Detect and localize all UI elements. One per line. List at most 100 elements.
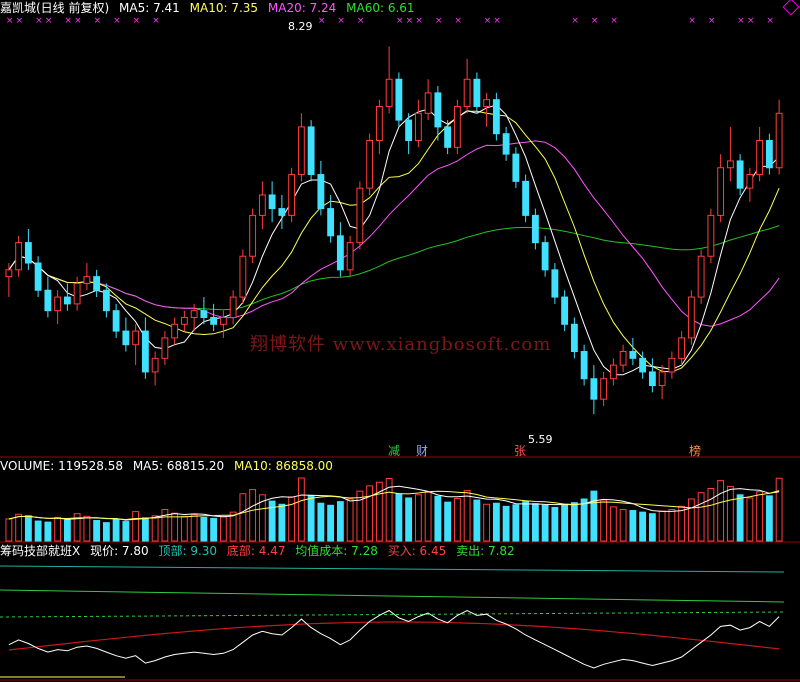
candle[interactable] xyxy=(473,72,481,114)
candle[interactable] xyxy=(551,263,559,304)
volume-bar[interactable] xyxy=(473,499,481,542)
candle[interactable] xyxy=(522,174,530,223)
volume-bar[interactable] xyxy=(678,505,686,542)
volume-bar[interactable] xyxy=(54,516,62,542)
candles-group[interactable] xyxy=(5,46,783,415)
candle[interactable] xyxy=(756,126,764,182)
volume-bar[interactable] xyxy=(590,490,598,542)
volume-bar[interactable] xyxy=(297,477,305,542)
candle[interactable] xyxy=(775,99,783,175)
candle[interactable] xyxy=(122,317,130,352)
candle[interactable] xyxy=(180,310,188,332)
volume-bar[interactable] xyxy=(531,503,539,542)
candle[interactable] xyxy=(395,72,403,127)
volume-bar[interactable] xyxy=(444,501,452,542)
candle[interactable] xyxy=(453,99,461,155)
candle[interactable] xyxy=(297,113,305,182)
candle[interactable] xyxy=(288,167,296,223)
volume-bar[interactable] xyxy=(502,505,510,542)
candle[interactable] xyxy=(161,331,169,366)
volume-bar[interactable] xyxy=(395,493,403,542)
candle[interactable] xyxy=(668,351,676,379)
volume-bar[interactable] xyxy=(541,504,549,542)
volume-bar[interactable] xyxy=(356,490,364,542)
volume-bar[interactable] xyxy=(190,514,198,542)
volume-bar[interactable] xyxy=(512,504,520,542)
volume-bar[interactable] xyxy=(278,503,286,542)
candle[interactable] xyxy=(697,249,705,304)
candle[interactable] xyxy=(483,92,491,127)
volume-bar[interactable] xyxy=(141,517,149,542)
volume-bar[interactable] xyxy=(219,516,227,542)
volume-bar[interactable] xyxy=(63,519,71,542)
volume-bar[interactable] xyxy=(317,502,325,542)
candle[interactable] xyxy=(570,317,578,359)
candle[interactable] xyxy=(268,181,276,223)
candle[interactable] xyxy=(424,79,432,121)
candle[interactable] xyxy=(239,249,247,304)
candle[interactable] xyxy=(609,358,617,386)
candle[interactable] xyxy=(648,358,656,393)
volume-bar[interactable] xyxy=(93,520,101,542)
candle[interactable] xyxy=(132,324,140,366)
volume-bar[interactable] xyxy=(366,485,374,542)
volume-bar[interactable] xyxy=(15,513,23,542)
volume-bar[interactable] xyxy=(122,521,130,542)
volume-bar[interactable] xyxy=(44,521,52,542)
volume-bar[interactable] xyxy=(34,520,42,542)
candle[interactable] xyxy=(726,126,734,182)
candle[interactable] xyxy=(24,229,32,270)
candle[interactable] xyxy=(73,276,81,311)
candle[interactable] xyxy=(707,208,715,264)
volume-bar[interactable] xyxy=(239,493,247,542)
volume-bar[interactable] xyxy=(522,501,530,542)
candle[interactable] xyxy=(366,133,374,195)
volume-bar[interactable] xyxy=(580,498,588,542)
candle[interactable] xyxy=(210,303,218,332)
volume-bar[interactable] xyxy=(161,509,169,542)
candle[interactable] xyxy=(600,371,608,406)
volume-bar[interactable] xyxy=(746,497,754,542)
candle[interactable] xyxy=(93,269,101,298)
volume-bar[interactable] xyxy=(210,517,218,542)
candle[interactable] xyxy=(434,86,442,141)
volume-bar[interactable] xyxy=(336,501,344,542)
volume-bar[interactable] xyxy=(132,511,140,542)
candle[interactable] xyxy=(590,365,598,415)
candle[interactable] xyxy=(687,290,695,345)
volume-bar[interactable] xyxy=(736,494,744,542)
candle[interactable] xyxy=(63,283,71,311)
candle[interactable] xyxy=(561,290,569,332)
volume-bar[interactable] xyxy=(648,513,656,542)
volume-bar[interactable] xyxy=(83,515,91,542)
volume-bar[interactable] xyxy=(726,485,734,542)
volume-bar[interactable] xyxy=(424,491,432,542)
volume-bar[interactable] xyxy=(775,477,783,542)
volume-bar[interactable] xyxy=(327,504,335,542)
candle[interactable] xyxy=(171,317,179,345)
candle[interactable] xyxy=(385,46,393,114)
volume-bar[interactable] xyxy=(180,515,188,542)
candle[interactable] xyxy=(736,154,744,195)
volume-bar[interactable] xyxy=(24,515,32,542)
candle[interactable] xyxy=(219,310,227,338)
candle[interactable] xyxy=(765,133,773,175)
volume-bar[interactable] xyxy=(151,515,159,542)
candle[interactable] xyxy=(531,208,539,250)
volume-bar[interactable] xyxy=(102,522,110,542)
volume-bar[interactable] xyxy=(249,489,257,542)
volume-bar[interactable] xyxy=(453,497,461,542)
volume-bar[interactable] xyxy=(570,502,578,542)
candle[interactable] xyxy=(346,235,354,277)
volume-bar[interactable] xyxy=(687,498,695,542)
candle[interactable] xyxy=(317,160,325,216)
candle[interactable] xyxy=(375,99,383,155)
candle[interactable] xyxy=(15,235,23,277)
candle[interactable] xyxy=(151,351,159,386)
candle[interactable] xyxy=(414,99,422,148)
volume-bar[interactable] xyxy=(492,502,500,542)
volume-bar[interactable] xyxy=(609,506,617,542)
candle[interactable] xyxy=(717,154,725,223)
volume-bars-group[interactable] xyxy=(5,477,783,542)
volume-bar[interactable] xyxy=(307,495,315,542)
